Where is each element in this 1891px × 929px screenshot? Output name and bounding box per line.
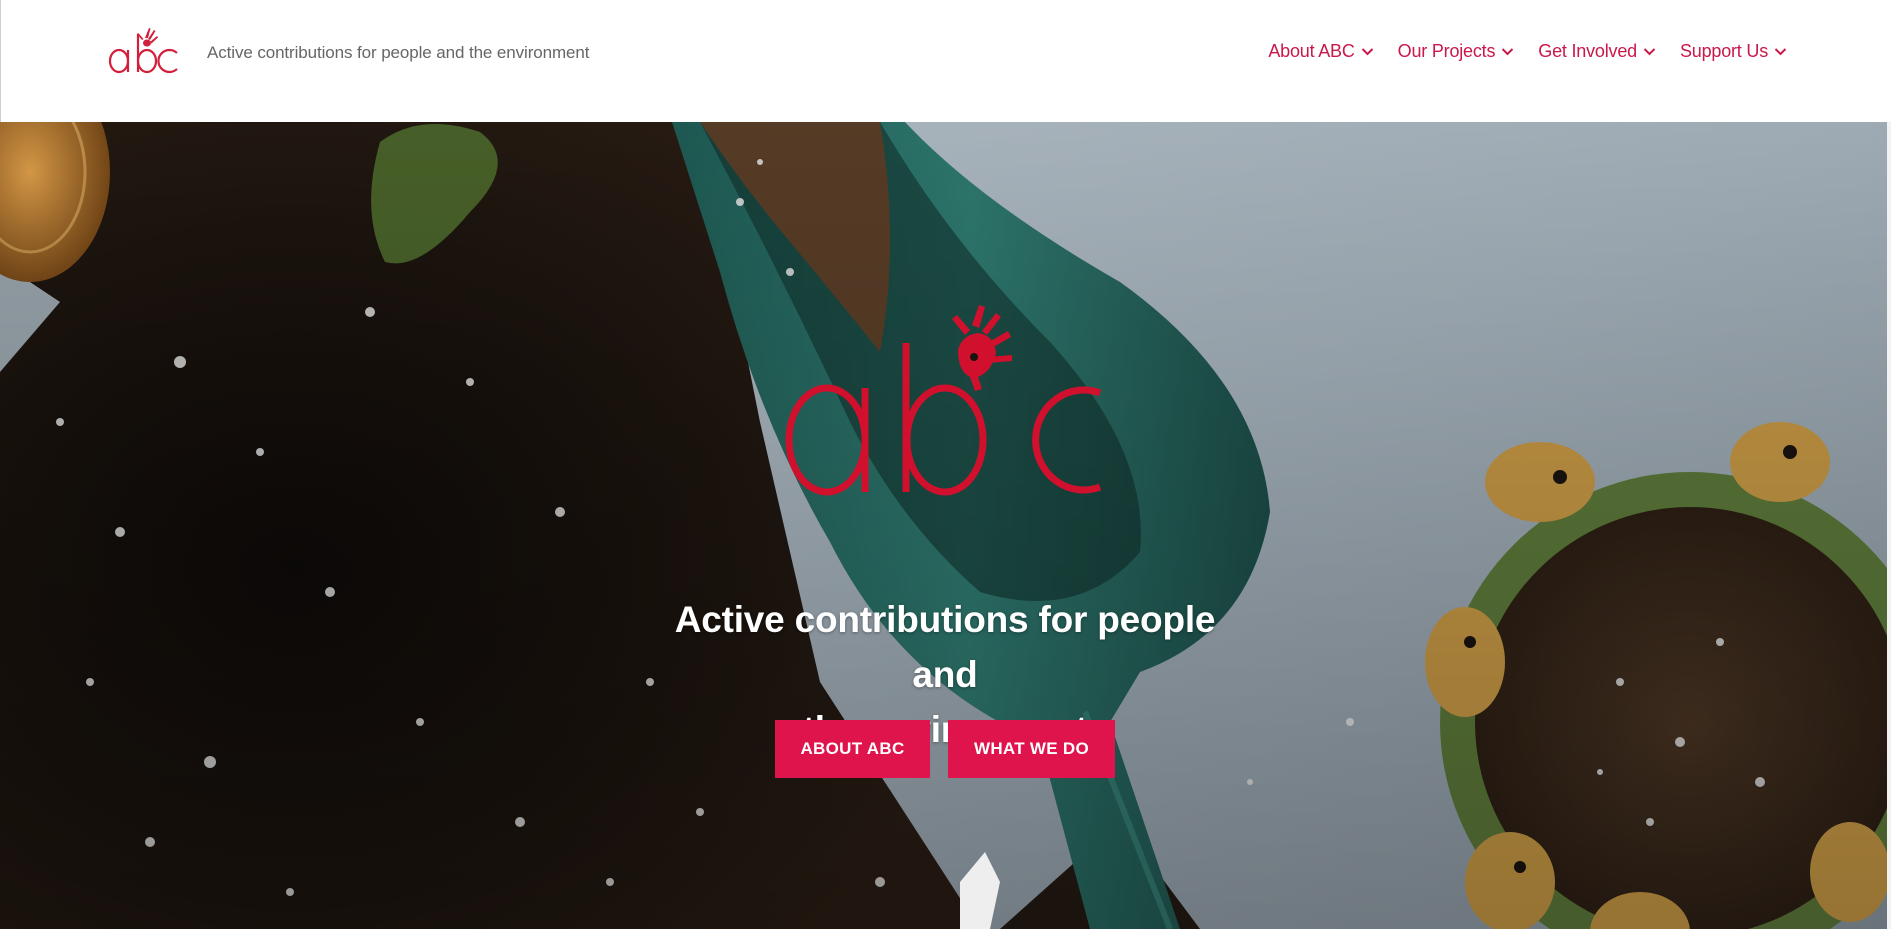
nav-label: Support Us [1679, 41, 1768, 61]
site-tagline: Active contributions for people and the … [207, 43, 590, 62]
chevron-down-icon [1774, 48, 1787, 56]
hero-title-line-1: Active contributions for people and [674, 599, 1216, 695]
nav-item-support-us[interactable]: Support Us [1680, 41, 1787, 62]
nav-item-about-abc[interactable]: About ABC [1268, 41, 1373, 62]
what-we-do-button[interactable]: WHAT WE DO [948, 720, 1115, 778]
chevron-down-icon [1502, 48, 1514, 56]
nav-label: About ABC [1268, 41, 1355, 61]
chevron-down-icon [1361, 48, 1373, 56]
hero-background-photo [0, 122, 1891, 929]
main-nav: About ABC Our Projects Get Involved Supp… [1268, 41, 1787, 62]
nav-label: Our Projects [1397, 41, 1496, 61]
page-scrollbar[interactable] [1887, 122, 1891, 929]
nav-item-our-projects[interactable]: Our Projects [1398, 41, 1515, 62]
nav-label: Get Involved [1538, 41, 1637, 61]
chevron-down-icon [1643, 48, 1656, 56]
hero-button-group: ABOUT ABC WHAT WE DO [775, 720, 1115, 778]
nav-item-get-involved[interactable]: Get Involved [1538, 41, 1656, 62]
abc-logo [108, 28, 178, 74]
hero-section: Active contributions for people and the … [0, 122, 1891, 929]
abc-hero-logo [785, 305, 1102, 496]
site-header: Active contributions for people and the … [0, 0, 1891, 122]
about-abc-button[interactable]: ABOUT ABC [775, 720, 930, 778]
